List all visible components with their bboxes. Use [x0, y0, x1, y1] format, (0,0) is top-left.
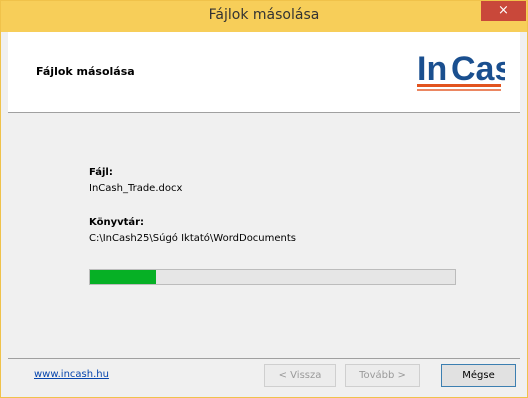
content-area: Fájl: InCash_Trade.docx Könyvtár: C:\InC…: [8, 113, 520, 358]
copy-files-window: Fájlok másolása × Fájlok másolása In Cas…: [0, 0, 528, 398]
window-title: Fájlok másolása: [208, 7, 320, 23]
logo-underline-2: [417, 89, 501, 91]
wizard-header: Fájlok másolása In Cash: [8, 32, 520, 113]
back-button[interactable]: < Vissza: [264, 364, 336, 387]
file-value: InCash_Trade.docx: [89, 183, 183, 194]
directory-label: Könyvtár:: [89, 217, 145, 228]
file-label: Fájl:: [89, 167, 113, 178]
incash-logo: In Cash: [417, 50, 505, 91]
logo-text-cash: Cash: [451, 50, 505, 88]
copy-progress-bar: [89, 269, 456, 285]
close-button[interactable]: ×: [481, 1, 526, 21]
directory-value: C:\InCash25\Súgó Iktató\WordDocuments: [89, 233, 297, 244]
title-bar[interactable]: Fájlok másolása ×: [1, 1, 527, 32]
cancel-button[interactable]: Mégse: [441, 364, 516, 387]
website-link[interactable]: www.incash.hu: [34, 369, 109, 380]
header-title: Fájlok másolása: [36, 65, 135, 78]
wizard-footer: www.incash.hu < Vissza Tovább > Mégse: [8, 359, 520, 390]
logo-text-in: In: [417, 50, 447, 88]
logo-underline: [417, 84, 501, 87]
progress-fill: [90, 270, 156, 284]
next-button[interactable]: Tovább >: [345, 364, 420, 387]
